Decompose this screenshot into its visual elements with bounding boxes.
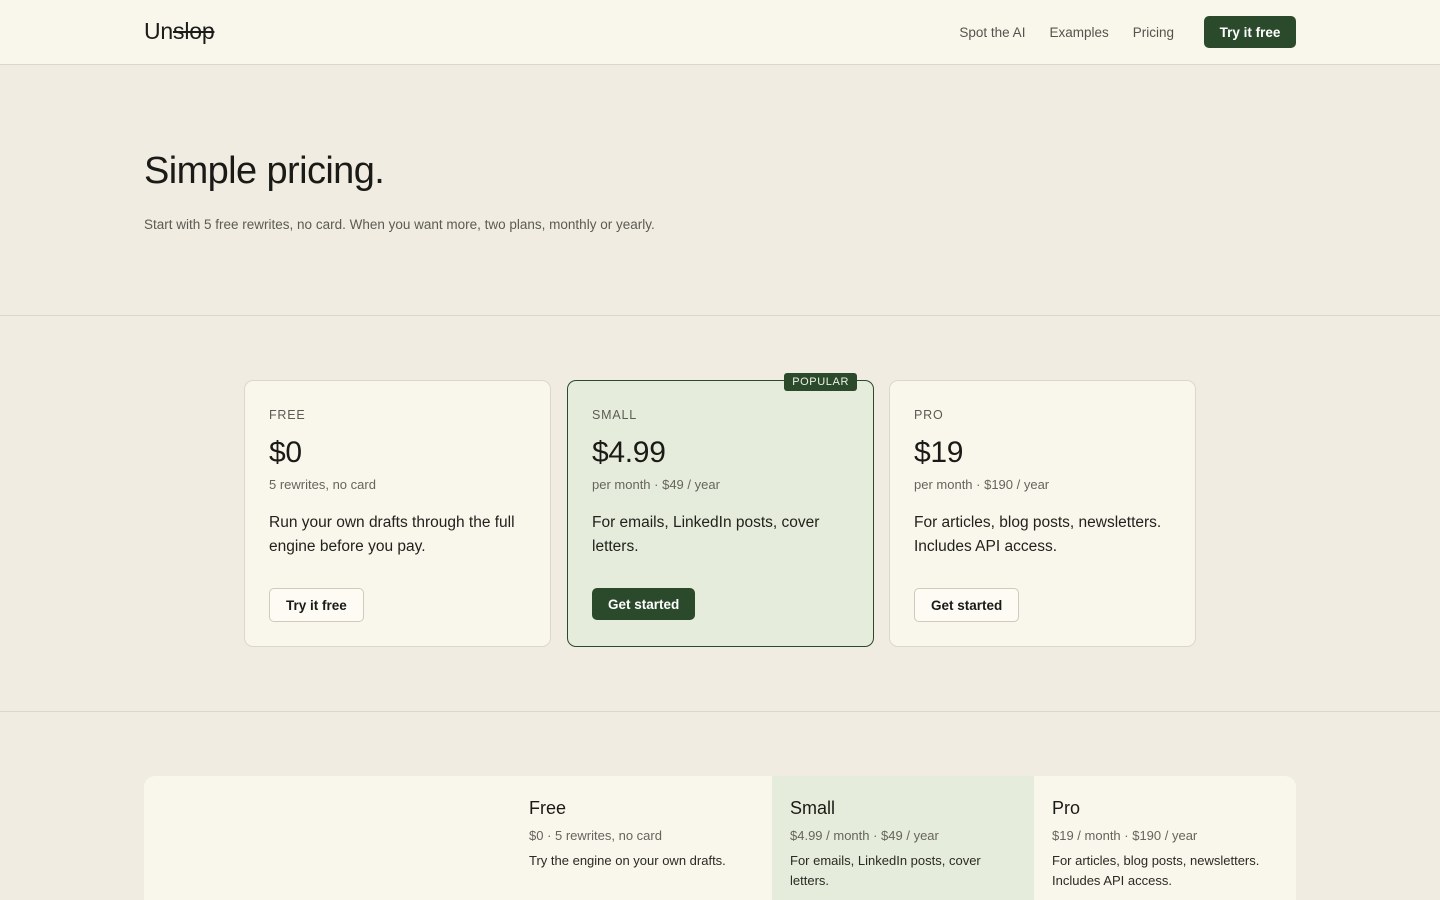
plan-card-free: FREE $0 5 rewrites, no card Run your own…	[244, 380, 551, 647]
comparison-plan-price: $4.99 / month · $49 / year	[790, 828, 939, 843]
plan-description: Run your own drafts through the full eng…	[269, 514, 515, 555]
comparison-plan-note: Try the engine on your own drafts.	[529, 853, 726, 868]
comparison-plan-note: For articles, blog posts, newsletters. I…	[1052, 853, 1260, 888]
comparison-plan-note: For emails, LinkedIn posts, cover letter…	[790, 853, 981, 888]
free-try-button[interactable]: Try it free	[269, 588, 364, 622]
page-subtitle: Start with 5 free rewrites, no card. Whe…	[144, 217, 655, 232]
comparison-column-free: Free $0 · 5 rewrites, no card Try the en…	[511, 776, 772, 900]
comparison-plan-name: Free	[529, 798, 567, 818]
nav-link-examples[interactable]: Examples	[1049, 25, 1108, 40]
comparison-column-small: Small $4.99 / month · $49 / year For ema…	[772, 776, 1034, 900]
pricing-hero: Simple pricing. Start with 5 free rewrit…	[0, 65, 1440, 316]
plan-comparison-table: Free $0 · 5 rewrites, no card Try the en…	[144, 776, 1296, 900]
plan-card-small: POPULAR SMALL $4.99 per month · $49 / ye…	[567, 373, 874, 647]
plan-description: For articles, blog posts, newsletters. I…	[914, 514, 1162, 555]
plan-tier-label: FREE	[269, 408, 306, 422]
plan-price-detail: 5 rewrites, no card	[269, 477, 376, 492]
nav-link-pricing[interactable]: Pricing	[1133, 25, 1174, 40]
brand-logo-prefix: Un	[144, 18, 174, 44]
comparison-plan-name: Pro	[1052, 798, 1081, 818]
comparison-column-pro: Pro $19 / month · $190 / year For articl…	[1034, 776, 1296, 900]
plan-price-detail: per month · $190 / year	[914, 477, 1050, 492]
plan-tier-label: SMALL	[592, 408, 637, 422]
plan-tier-label: PRO	[914, 408, 944, 422]
page-title: Simple pricing.	[144, 150, 385, 192]
plan-price-detail: per month · $49 / year	[592, 477, 720, 492]
plan-price: $0	[269, 436, 302, 469]
plan-card-pro: PRO $19 per month · $190 / year For arti…	[889, 380, 1196, 647]
main-nav: Spot the AI Examples Pricing Try it free	[935, 0, 1296, 64]
plan-cards-section: FREE $0 5 rewrites, no card Run your own…	[0, 316, 1440, 712]
brand-logo-struck: slop	[173, 18, 215, 44]
header-try-free-button[interactable]: Try it free	[1204, 16, 1296, 48]
popular-badge: POPULAR	[784, 373, 857, 391]
small-get-started-button[interactable]: Get started	[592, 588, 696, 620]
brand-logo[interactable]: Unslop	[144, 18, 215, 45]
comparison-plan-price: $0 · 5 rewrites, no card	[529, 828, 662, 843]
plan-price: $4.99	[592, 436, 666, 469]
plan-price: $19	[914, 436, 964, 469]
nav-link-spot-the-ai[interactable]: Spot the AI	[959, 25, 1025, 40]
top-navigation-bar: Unslop Spot the AI Examples Pricing Try …	[0, 0, 1440, 65]
plan-description: For emails, LinkedIn posts, cover letter…	[592, 514, 820, 555]
comparison-plan-name: Small	[790, 798, 836, 818]
comparison-plan-price: $19 / month · $190 / year	[1052, 828, 1198, 843]
pro-get-started-button[interactable]: Get started	[914, 588, 1020, 622]
